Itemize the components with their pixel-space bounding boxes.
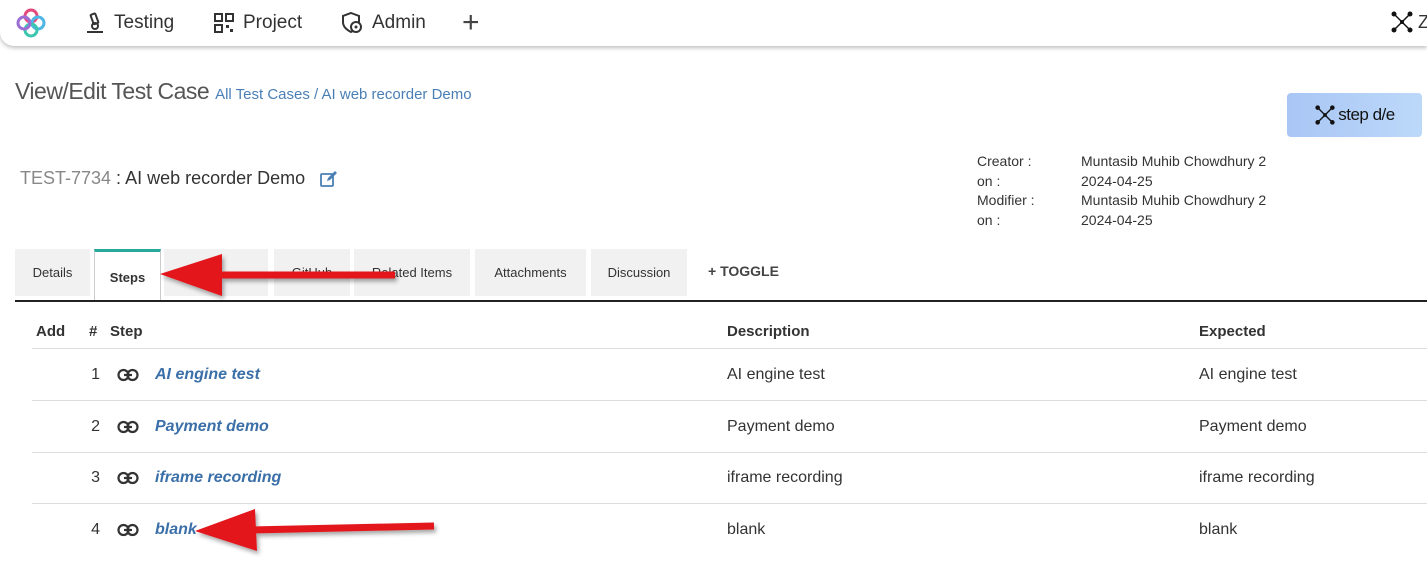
user-initial: Z (1418, 11, 1427, 32)
tab-label: Discussion (607, 265, 671, 280)
link-icon[interactable] (117, 367, 139, 383)
tab-label: Details (32, 265, 73, 280)
step-de-button[interactable]: step d/e (1287, 93, 1422, 137)
toggle-button[interactable]: + TOGGLE (708, 263, 779, 279)
arrow-to-blank-step (195, 509, 435, 551)
user-menu[interactable]: Z (1390, 10, 1427, 34)
page-title: View/Edit Test Case All Test Cases / AI … (15, 78, 472, 105)
nav-admin[interactable]: Admin (340, 0, 426, 46)
metadata-panel: Creator : Muntasib Muhib Chowdhury 2 on … (977, 152, 1266, 230)
tab-github[interactable]: GitHub (274, 249, 350, 296)
link-icon[interactable] (117, 522, 139, 538)
shield-gear-icon (342, 11, 362, 34)
col-header-add: Add (36, 323, 66, 340)
row-number: 2 (91, 418, 100, 435)
tab-details[interactable]: Details (15, 249, 90, 296)
tabs-divider (15, 300, 1427, 302)
meta-label: on : (977, 172, 1001, 189)
meta-label: on : (977, 211, 1001, 228)
tab-label: Steps (109, 269, 146, 285)
step-description: Payment demo (727, 418, 835, 435)
row-divider (32, 348, 1427, 349)
tab-attachments[interactable]: Attachments (475, 249, 586, 296)
page-title-text: View/Edit Test Case (15, 78, 210, 104)
row-number: 1 (91, 366, 100, 383)
tab-related-items[interactable]: Related Items (354, 249, 470, 296)
nav-admin-label: Admin (372, 12, 426, 33)
microscope-icon (87, 12, 103, 33)
step-expected: Payment demo (1199, 418, 1307, 435)
meta-modifier-row: Modifier : Muntasib Muhib Chowdhury 2 (977, 191, 1266, 211)
meta-value: Muntasib Muhib Chowdhury 2 (1081, 192, 1267, 208)
meta-creator-row: Creator : Muntasib Muhib Chowdhury 2 (977, 152, 1266, 172)
qr-grid-icon (214, 13, 234, 33)
meta-label: Creator : (977, 153, 1032, 169)
test-case-separator: : (111, 168, 126, 188)
step-description: blank (727, 521, 766, 538)
row-divider (32, 503, 1427, 504)
nav-testing-label: Testing (114, 12, 175, 33)
top-navbar: Testing Project Admin + Z (0, 0, 1427, 46)
meta-modified-on-row: on : 2024-04-25 (977, 211, 1266, 231)
tab-label: GitHub (291, 265, 333, 280)
tab-steps[interactable]: Steps (94, 249, 161, 302)
nav-project[interactable]: Project (213, 0, 302, 46)
breadcrumb[interactable]: All Test Cases / AI web recorder Demo (215, 86, 472, 103)
col-header-num: # (89, 323, 98, 340)
test-case-title: TEST-7734 : AI web recorder Demo (20, 168, 338, 189)
meta-created-on-row: on : 2024-04-25 (977, 172, 1266, 192)
row-number: 3 (91, 469, 100, 486)
network-nodes-icon (1391, 11, 1413, 33)
col-header-expected: Expected (1199, 323, 1266, 340)
test-case-name: AI web recorder Demo (125, 168, 306, 188)
tab-label: Related Items (371, 265, 453, 280)
link-icon[interactable] (117, 470, 139, 486)
step-description: AI engine test (727, 366, 825, 383)
tab-discussion[interactable]: Discussion (591, 249, 687, 296)
step-expected: iframe recording (1199, 469, 1315, 486)
add-new-button[interactable]: + (462, 0, 480, 46)
step-expected: AI engine test (1199, 366, 1297, 383)
step-name-link[interactable]: AI engine test (155, 366, 260, 384)
meta-value: 2024-04-25 (1081, 211, 1153, 228)
step-name-link[interactable]: blank (155, 521, 197, 539)
step-name-link[interactable]: Payment demo (155, 418, 269, 436)
nav-testing[interactable]: Testing (84, 0, 174, 46)
row-number: 4 (91, 521, 100, 538)
col-header-step: Step (110, 323, 143, 340)
network-nodes-icon (1315, 105, 1335, 125)
edit-icon[interactable] (320, 170, 338, 188)
meta-value: 2024-04-25 (1081, 172, 1153, 189)
step-description: iframe recording (727, 469, 843, 486)
nav-project-label: Project (243, 12, 303, 33)
col-header-description: Description (727, 323, 810, 340)
step-de-label: step d/e (1338, 105, 1395, 124)
test-case-id: TEST-7734 (20, 168, 112, 188)
tab-hidden[interactable] (164, 249, 268, 296)
meta-label: Modifier : (977, 192, 1035, 208)
step-name-link[interactable]: iframe recording (155, 469, 281, 487)
step-expected: blank (1199, 521, 1238, 538)
row-divider (32, 400, 1427, 401)
app-logo-icon[interactable] (16, 8, 46, 38)
link-icon[interactable] (117, 419, 139, 435)
row-divider (32, 452, 1427, 453)
meta-value: Muntasib Muhib Chowdhury 2 (1081, 153, 1267, 169)
tab-label: Attachments (494, 265, 567, 280)
